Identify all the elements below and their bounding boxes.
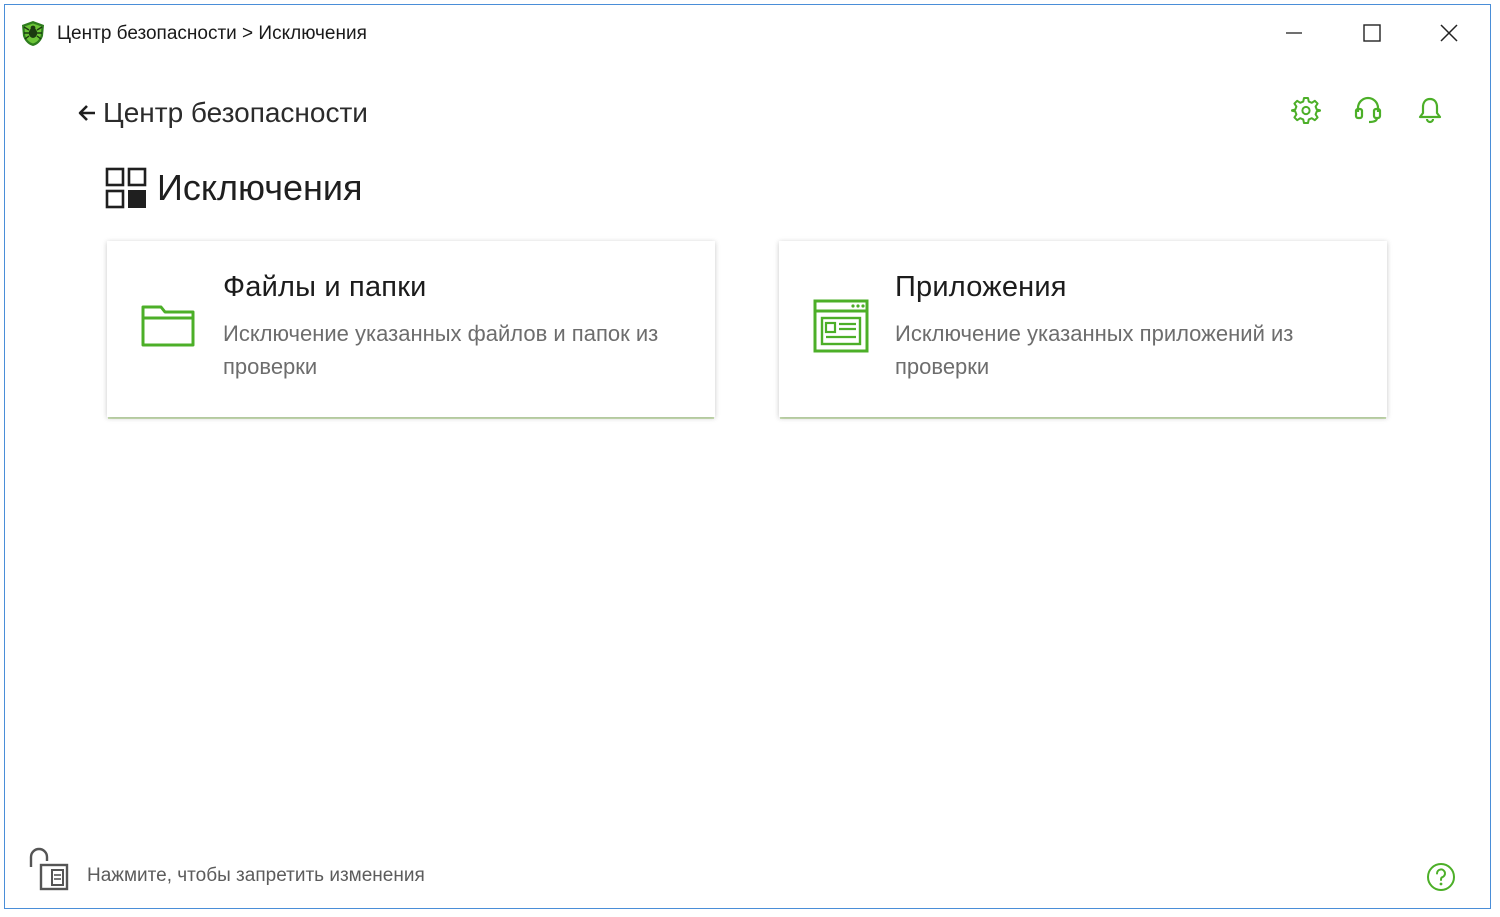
help-icon[interactable]: [1426, 862, 1456, 892]
maximize-icon: [1363, 24, 1381, 42]
card-description: Исключение указанных файлов и папок из п…: [223, 321, 659, 379]
support-button[interactable]: [1351, 93, 1385, 127]
settings-button[interactable]: [1289, 93, 1323, 127]
card-title: Файлы и папки: [223, 271, 427, 303]
title-bar[interactable]: Центр безопасности > Исключения: [5, 5, 1490, 61]
arrow-left-icon: [78, 105, 95, 121]
notifications-button[interactable]: [1413, 93, 1447, 127]
card-title: Приложения: [895, 271, 1067, 303]
gear-icon: [1291, 97, 1321, 124]
dr-web-spider-logo-icon: [22, 21, 44, 46]
applications-card[interactable]: Приложения Исключение указанных приложен…: [779, 241, 1387, 417]
minimize-button[interactable]: [1271, 15, 1317, 51]
folder-icon: [141, 305, 195, 347]
page-title: Исключения: [157, 167, 363, 208]
headset-icon: [1354, 96, 1382, 124]
maximize-button[interactable]: [1349, 15, 1395, 51]
application-window-icon: [813, 299, 869, 353]
window-title: Центр безопасности > Исключения: [57, 23, 367, 44]
back-link[interactable]: Центр безопасности: [77, 97, 368, 129]
grid-icon: [105, 167, 147, 209]
files-folders-card[interactable]: Файлы и папки Исключение указанных файло…: [107, 241, 715, 417]
lock-changes-link[interactable]: Нажмите, чтобы запретить изменения: [87, 865, 425, 887]
app-window: Центр безопасности > Исключения Центр бе…: [4, 4, 1491, 909]
close-icon: [1440, 24, 1458, 42]
card-description: Исключение указанных приложений из прове…: [895, 321, 1294, 379]
page-header: Исключения: [105, 167, 363, 209]
back-link-label: Центр безопасности: [103, 97, 368, 128]
unlocked-padlock-icon[interactable]: [27, 845, 71, 891]
close-button[interactable]: [1426, 15, 1472, 51]
minimize-icon: [1286, 32, 1302, 34]
bell-icon: [1418, 97, 1442, 124]
